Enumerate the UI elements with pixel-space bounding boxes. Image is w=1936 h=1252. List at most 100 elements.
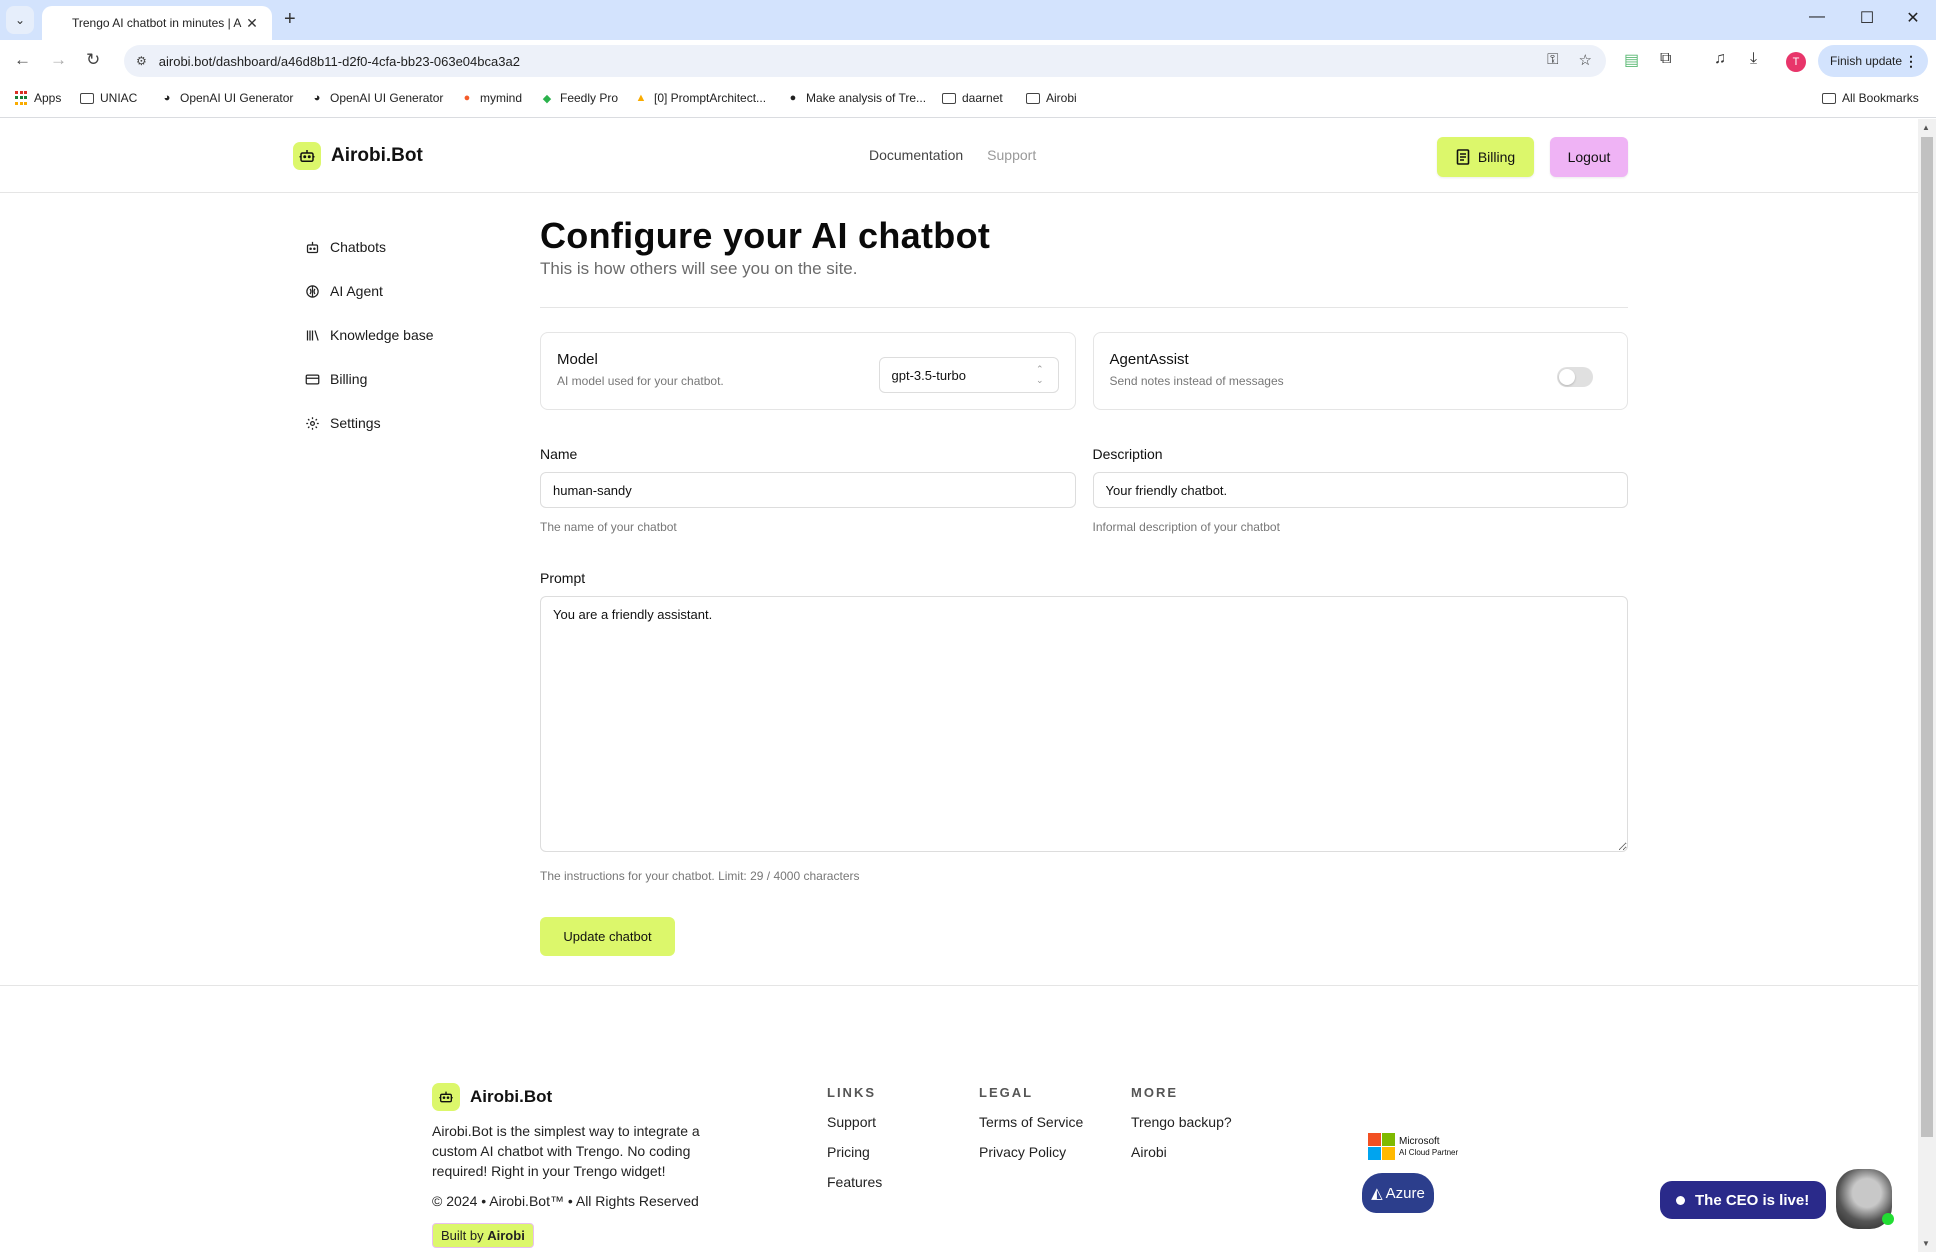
sidebar: Chatbots AI Agent Knowledge base Billing… [304, 225, 434, 445]
download-icon[interactable]: ⤓ [1750, 50, 1757, 68]
billing-button[interactable]: Billing [1437, 137, 1534, 177]
bookmark-openai-ui-generator-1[interactable]: ◕ OpenAI UI Generator [160, 91, 294, 105]
footer-link-pricing[interactable]: Pricing [827, 1144, 882, 1160]
description-help: Informal description of your chatbot [1092, 520, 1280, 534]
footer-col-legal: LEGAL Terms of Service Privacy Policy [979, 1085, 1083, 1160]
bookmark-promptarchitect[interactable]: ▲ [0] PromptArchitect... [634, 91, 767, 105]
built-by-badge[interactable]: Built by Airobi [432, 1223, 534, 1248]
ceo-live-chat-button[interactable]: The CEO is live! [1660, 1181, 1826, 1219]
folder-icon [80, 92, 94, 104]
window-close-icon[interactable]: ✕ [1890, 8, 1936, 28]
sidebar-item-label: Billing [330, 371, 368, 387]
sidebar-item-settings[interactable]: Settings [304, 401, 434, 445]
azure-badge-label: Azure [1385, 1184, 1425, 1202]
finish-update-button[interactable]: Finish update ⋮ [1818, 45, 1928, 77]
footer-brand: Airobi.Bot Airobi.Bot is the simplest wa… [432, 1083, 732, 1248]
bookmark-make-analysis[interactable]: ● Make analysis of Tre... [786, 91, 926, 105]
microsoft-partner-badge[interactable]: Microsoft AI Cloud Partner [1368, 1133, 1458, 1160]
agent-assist-title: AgentAssist [1109, 351, 1189, 368]
model-select[interactable]: gpt-3.5-turbo ⌃ ⌄ [878, 357, 1059, 393]
bookmark-openai-ui-generator-2[interactable]: ◕ OpenAI UI Generator [310, 91, 444, 105]
all-bookmarks[interactable]: All Bookmarks [1822, 91, 1919, 105]
tab-close-icon[interactable]: ✕ [244, 15, 260, 32]
bookmark-airobi[interactable]: Airobi [1026, 91, 1077, 105]
site-info-icon[interactable]: ⚙ [136, 54, 147, 68]
logout-button[interactable]: Logout [1550, 137, 1628, 177]
footer-logo[interactable]: Airobi.Bot [432, 1083, 732, 1111]
new-tab-plus-icon[interactable]: + [284, 8, 296, 31]
built-by-name: Airobi [487, 1228, 525, 1243]
bookmark-label: [0] PromptArchitect... [654, 91, 767, 105]
footer-col-links: LINKS Support Pricing Features [827, 1085, 882, 1190]
media-queue-icon[interactable]: ♫ [1714, 50, 1726, 68]
footer-link-support[interactable]: Support [827, 1114, 882, 1130]
footer-link-privacy[interactable]: Privacy Policy [979, 1144, 1083, 1160]
sidebar-item-label: AI Agent [330, 283, 383, 299]
profile-avatar[interactable]: T [1786, 52, 1806, 72]
name-input[interactable] [540, 472, 1076, 508]
extensions-puzzle-icon[interactable]: ⧉ [1660, 50, 1671, 68]
name-label: Name [540, 446, 578, 462]
browser-tab-strip: ⌄ Trengo AI chatbot in minutes | A ✕ + —… [0, 0, 1936, 40]
back-arrow-icon[interactable]: ← [14, 50, 31, 70]
microsoft-logo-icon [1368, 1133, 1395, 1160]
bookmark-label: UNIAC [100, 91, 138, 105]
footer-link-airobi[interactable]: Airobi [1131, 1144, 1232, 1160]
footer-link-terms[interactable]: Terms of Service [979, 1114, 1083, 1130]
page-scrollbar[interactable]: ▲ ▼ [1918, 119, 1936, 1252]
address-bar[interactable]: ⚙ airobi.bot/dashboard/a46d8b11-d2f0-4cf… [124, 45, 1606, 77]
bookmark-daarnet[interactable]: daarnet [942, 91, 1003, 105]
footer-brand-name: Airobi.Bot [470, 1087, 553, 1106]
window-maximize-icon[interactable]: ☐ [1844, 8, 1890, 28]
forward-arrow-icon[interactable]: → [50, 50, 67, 70]
bookmark-uniac[interactable]: UNIAC [80, 91, 137, 105]
brand-name: Airobi.Bot [331, 145, 423, 166]
reload-icon[interactable]: ↻ [86, 50, 100, 70]
description-field-group: Description Informal description of your… [1092, 446, 1628, 534]
scroll-up-arrow-icon[interactable]: ▲ [1922, 123, 1930, 132]
sidebar-item-billing[interactable]: Billing [304, 357, 434, 401]
footer-col-more: MORE Trengo backup? Airobi [1131, 1085, 1232, 1160]
live-dot-icon [1676, 1195, 1685, 1205]
azure-marketplace-badge[interactable]: ◭ Azure [1362, 1173, 1434, 1213]
tab-search-chevron-icon[interactable]: ⌄ [6, 6, 34, 34]
extension-notes-icon[interactable]: ▤ [1624, 50, 1639, 70]
footer-link-features[interactable]: Features [827, 1174, 882, 1190]
window-minimize-icon[interactable]: — [1794, 8, 1840, 26]
name-help: The name of your chatbot [540, 520, 677, 534]
nav-support[interactable]: Support [987, 147, 1036, 163]
bookmark-apps[interactable]: Apps [14, 91, 61, 105]
brain-icon [304, 283, 320, 299]
password-key-icon[interactable]: ⚿ [1547, 51, 1558, 69]
sidebar-item-knowledge-base[interactable]: Knowledge base [304, 313, 434, 357]
update-chatbot-button[interactable]: Update chatbot [540, 917, 675, 956]
prompt-help: The instructions for your chatbot. Limit… [540, 869, 860, 883]
bookmark-feedly-pro[interactable]: ◆ Feedly Pro [540, 91, 618, 105]
footer-divider [0, 985, 1918, 986]
sidebar-item-label: Chatbots [330, 239, 387, 255]
prompt-textarea[interactable]: You are a friendly assistant. [540, 596, 1628, 852]
browser-tab-active[interactable]: Trengo AI chatbot in minutes | A ✕ [42, 6, 272, 40]
gear-icon [304, 415, 320, 431]
bookmark-label: Apps [34, 91, 62, 105]
online-status-dot [1882, 1213, 1894, 1225]
nav-documentation[interactable]: Documentation [869, 147, 963, 163]
sidebar-item-chatbots[interactable]: Chatbots [304, 225, 434, 269]
bookmark-mymind[interactable]: ● mymind [460, 91, 522, 105]
scroll-down-arrow-icon[interactable]: ▼ [1922, 1239, 1930, 1248]
kebab-menu-icon[interactable]: ⋮ [1904, 53, 1918, 70]
sidebar-item-ai-agent[interactable]: AI Agent [304, 269, 434, 313]
scrollbar-thumb[interactable] [1921, 137, 1933, 1137]
description-input[interactable] [1092, 472, 1628, 508]
ceo-avatar[interactable] [1836, 1169, 1894, 1229]
url-text[interactable]: airobi.bot/dashboard/a46d8b11-d2f0-4cfa-… [159, 54, 520, 69]
ceo-live-label: The CEO is live! [1695, 1191, 1810, 1209]
toggle-knob [1559, 369, 1575, 385]
folder-icon [942, 92, 956, 104]
agent-assist-toggle[interactable] [1557, 367, 1593, 387]
footer-link-trengo-backup[interactable]: Trengo backup? [1131, 1114, 1232, 1130]
microsoft-badge-line2: AI Cloud Partner [1399, 1147, 1459, 1157]
brand-logo[interactable]: Airobi.Bot [293, 142, 423, 170]
apps-grid-icon [14, 91, 28, 105]
bookmark-star-icon[interactable]: ☆ [1579, 51, 1592, 69]
